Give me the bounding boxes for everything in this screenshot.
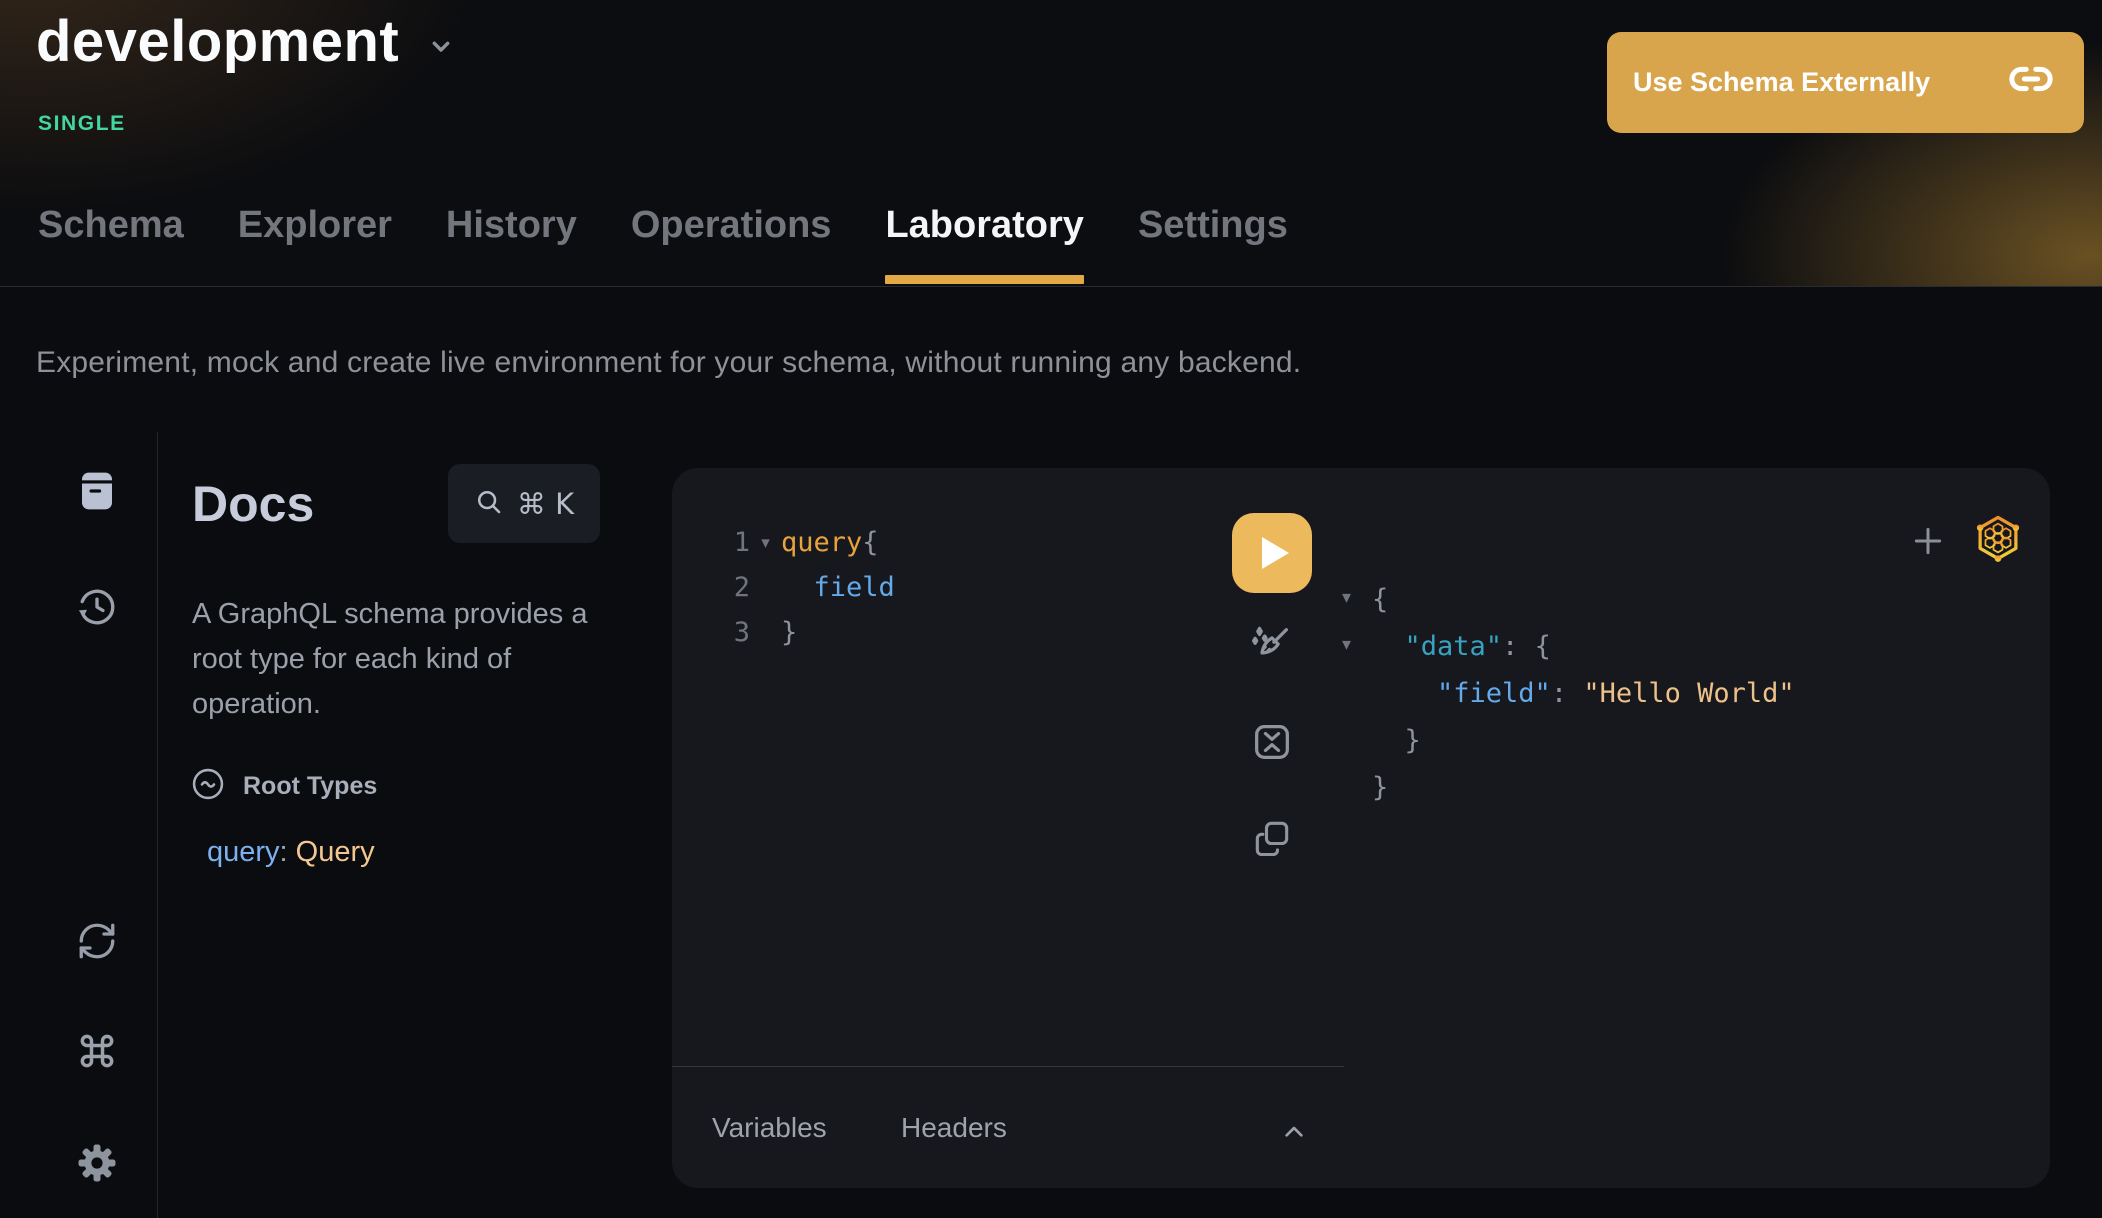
response-viewer: ▾{ ▾ "data": { "field": "Hello World" } … [1372,576,1795,811]
chevron-down-icon[interactable] [425,30,457,67]
code-line: 3} [672,610,1232,655]
search-shortcut: ⌘ K [517,487,574,521]
response-line: } [1372,717,1795,764]
root-types-label: Root Types [243,772,377,801]
response-line: "field": "Hello World" [1372,670,1795,717]
docs-icon[interactable] [74,468,120,514]
settings-gear-icon[interactable] [74,1140,120,1186]
root-type-name: query [207,836,280,868]
tab-headers[interactable]: Headers [901,1112,1007,1144]
project-title-row: development [36,8,457,75]
root-type-type: Query [296,836,375,868]
docs-title: Docs [192,475,314,533]
code-line: 2 field [672,565,1232,610]
history-icon[interactable] [74,584,120,630]
editor-bottom-tabs: Variables Headers [672,1098,1344,1168]
play-icon [1262,537,1289,569]
editor-tools-divider [672,1066,1344,1067]
search-icon [474,487,504,520]
tab-laboratory[interactable]: Laboratory [885,196,1083,286]
fold-triangle-icon[interactable]: ▾ [750,533,781,553]
graphql-hive-logo [1972,512,2024,569]
fold-triangle-icon[interactable]: ▾ [1342,589,1351,607]
root-type-query[interactable]: query: Query [207,836,375,869]
tab-variables[interactable]: Variables [712,1112,827,1144]
use-schema-externally-button[interactable]: Use Schema Externally [1607,32,2084,133]
query-editor[interactable]: 1▾query{ 2 field 3} [672,520,1232,655]
docs-intro: A GraphQL schema provides a root type fo… [192,592,632,727]
page-title: development [36,8,399,75]
chevron-up-icon [1278,1116,1310,1148]
tab-history[interactable]: History [446,196,577,286]
operation-panel: 1▾query{ 2 field 3} [672,468,2050,1188]
refresh-icon[interactable] [74,918,120,964]
tab-explorer[interactable]: Explorer [238,196,392,286]
fold-triangle-icon[interactable]: ▾ [1342,636,1351,654]
merge-fragments-icon[interactable] [1249,719,1295,765]
search-button[interactable]: ⌘ K [448,464,600,543]
header: development SINGLE Use Schema Externally… [0,0,2102,287]
command-shortcuts-icon[interactable] [74,1028,120,1074]
collapse-panel-button[interactable] [1272,1110,1316,1154]
panel-tools [1906,512,2024,569]
status-badge: SINGLE [38,112,126,136]
copy-icon[interactable] [1249,815,1295,861]
laboratory-page: development SINGLE Use Schema Externally… [0,0,2102,1218]
response-line: ▾{ [1372,576,1795,623]
prettify-icon[interactable] [1249,623,1295,669]
add-tab-button[interactable] [1906,519,1950,563]
page-description: Experiment, mock and create live environ… [36,346,1301,380]
response-line: ▾ "data": { [1372,623,1795,670]
use-schema-label: Use Schema Externally [1633,67,1930,98]
tab-settings[interactable]: Settings [1138,196,1288,286]
tab-schema[interactable]: Schema [38,196,184,286]
rail-divider [157,432,158,1218]
link-icon [2008,56,2054,109]
code-line: 1▾query{ [672,520,1232,565]
response-line: } [1372,764,1795,811]
root-types-icon [190,766,226,807]
root-types-section: Root Types [190,766,377,807]
editor-toolbar [1232,513,1312,593]
tab-bar: Schema Explorer History Operations Laborator… [38,196,1288,286]
execute-button[interactable] [1232,513,1312,593]
tab-operations[interactable]: Operations [631,196,832,286]
